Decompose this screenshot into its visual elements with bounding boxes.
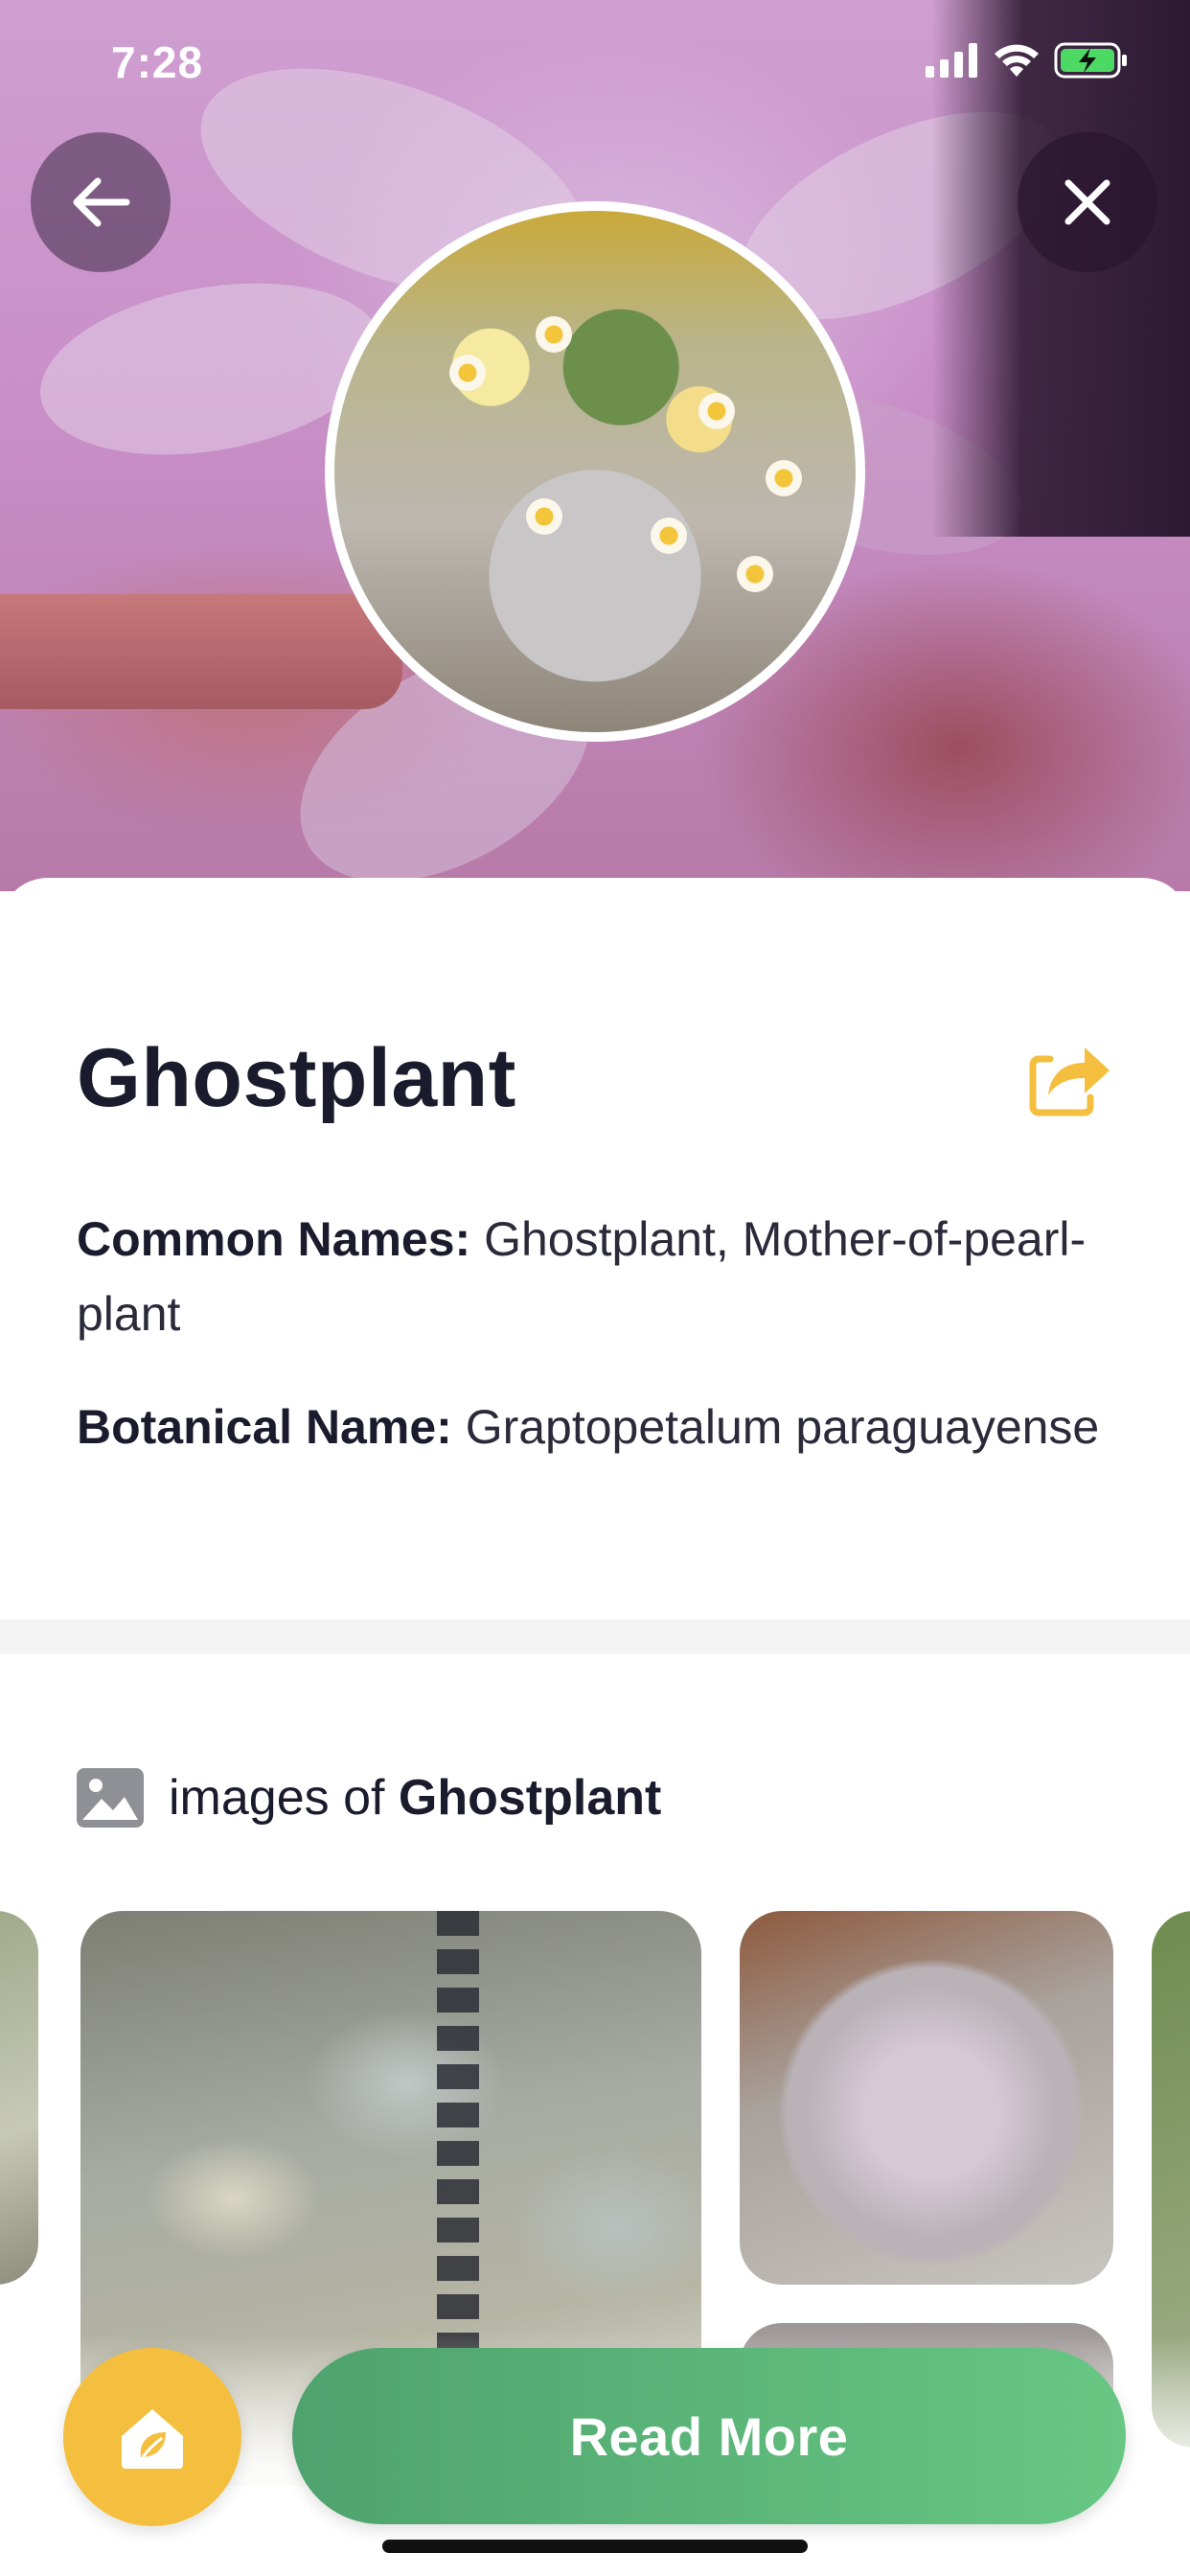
images-plant-name: Ghostplant <box>398 1770 662 1826</box>
status-icons <box>926 42 1129 79</box>
gallery-image[interactable] <box>0 1911 38 2285</box>
common-names-label: Common Names: <box>77 1212 471 1266</box>
images-prefix: images of <box>169 1770 385 1826</box>
read-more-button[interactable]: Read More <box>292 2348 1126 2524</box>
plant-photo <box>334 211 856 732</box>
home-indicator <box>382 2540 808 2553</box>
gallery-image[interactable] <box>740 1911 1113 2285</box>
signal-icon <box>926 43 977 78</box>
image-icon <box>77 1768 144 1828</box>
share-button[interactable] <box>1025 1031 1117 1123</box>
botanical-name-value: Graptopetalum paraguayense <box>465 1400 1100 1454</box>
garden-icon <box>122 2409 183 2469</box>
status-time: 7:28 <box>111 37 204 87</box>
back-button[interactable] <box>31 132 171 272</box>
status-bar: 7:28 <box>0 0 1190 125</box>
images-section-header: images of Ghostplant <box>77 1764 661 1831</box>
botanical-name-label: Botanical Name: <box>77 1400 452 1454</box>
common-names: Common Names: Ghostplant, Mother-of-pear… <box>77 1202 1121 1351</box>
add-to-garden-button[interactable] <box>63 2348 241 2526</box>
back-arrow-icon <box>73 177 130 227</box>
share-icon <box>1029 1047 1110 1116</box>
wifi-icon <box>995 44 1039 77</box>
section-divider <box>0 1620 1190 1654</box>
botanical-name: Botanical Name: Graptopetalum paraguayen… <box>77 1390 1121 1464</box>
close-button[interactable] <box>1018 132 1157 272</box>
battery-charging-icon <box>1054 42 1127 79</box>
plant-photo-avatar <box>325 201 865 742</box>
plant-detail-card: Ghostplant Common Names: Ghostplant, Mot… <box>0 878 1190 2576</box>
close-icon <box>1064 179 1110 225</box>
plant-title: Ghostplant <box>77 1032 516 1124</box>
